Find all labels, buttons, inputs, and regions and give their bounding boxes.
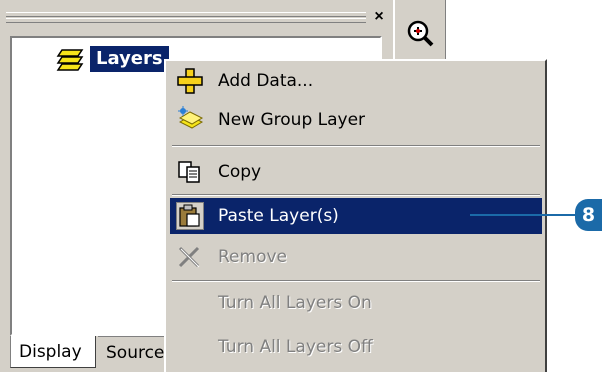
menu-item-label: Paste Layer(s) [218, 206, 339, 226]
remove-icon [176, 243, 204, 271]
layers-icon [54, 46, 88, 72]
callout-badge: 8 [575, 199, 602, 231]
callout-leader-line [470, 214, 582, 216]
menu-item-label: Add Data... [218, 71, 314, 91]
tab-display[interactable]: Display [10, 336, 96, 368]
zoom-in-icon[interactable] [403, 16, 437, 50]
menu-item-label: Remove [218, 247, 287, 267]
menu-item-label: Turn All Layers Off [218, 337, 373, 357]
menu-item-remove[interactable]: Remove [170, 239, 542, 275]
menu-item-turn-all-layers-on[interactable]: Turn All Layers On [170, 285, 542, 321]
dock-grip[interactable] [6, 18, 366, 23]
menu-item-label: Turn All Layers On [218, 293, 372, 313]
menu-item-add-data[interactable]: Add Data... [170, 63, 542, 99]
menu-item-new-group-layer[interactable]: New Group Layer [170, 102, 542, 138]
copy-icon [176, 158, 204, 186]
menu-separator [172, 280, 540, 282]
layers-root-label[interactable]: Layers [90, 46, 169, 72]
add-data-icon [176, 67, 204, 95]
menu-item-copy[interactable]: Copy [170, 154, 542, 190]
menu-item-paste-layers[interactable]: Paste Layer(s) [170, 198, 542, 234]
menu-separator [172, 145, 540, 147]
paste-icon [176, 202, 204, 230]
menu-item-label: Copy [218, 162, 262, 182]
close-icon[interactable]: × [369, 8, 389, 26]
menu-item-label: New Group Layer [218, 110, 366, 130]
tab-source[interactable]: Source [98, 336, 168, 368]
new-group-layer-icon [176, 106, 204, 134]
menu-separator [172, 194, 540, 196]
dock-grip[interactable] [6, 12, 366, 17]
menu-item-turn-all-layers-off[interactable]: Turn All Layers Off [170, 329, 542, 365]
